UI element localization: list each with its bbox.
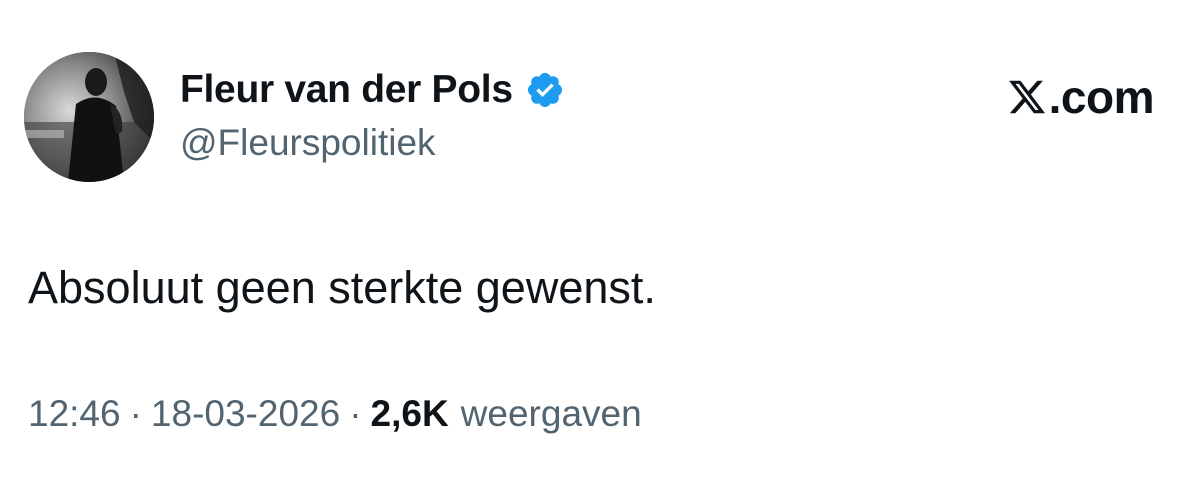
views-count[interactable]: 2,6K (371, 393, 449, 435)
brand-mark: .com (1007, 70, 1155, 124)
author-handle[interactable]: @Fleurspolitiek (180, 122, 436, 164)
author-name-row: Fleur van der Pols (180, 66, 565, 114)
brand-text: .com (1048, 71, 1155, 123)
display-name[interactable]: Fleur van der Pols (180, 68, 513, 112)
tweet-time[interactable]: 12:46 (28, 393, 121, 435)
tweet-meta: 12:46 · 18-03-2026 · 2,6K weergaven (28, 393, 642, 435)
verified-badge-icon (525, 70, 565, 110)
meta-separator: · (349, 393, 362, 434)
meta-separator: · (129, 393, 142, 434)
tweet-card: Fleur van der Pols @Fleurspolitiek .com … (0, 0, 1200, 487)
profile-photo (24, 52, 154, 182)
tweet-text: Absoluut geen sterkte gewenst. (28, 262, 656, 313)
tweet-date[interactable]: 18-03-2026 (151, 393, 340, 435)
views-label: weergaven (460, 393, 642, 434)
avatar[interactable] (24, 52, 154, 182)
x-logo-icon (1007, 77, 1047, 117)
